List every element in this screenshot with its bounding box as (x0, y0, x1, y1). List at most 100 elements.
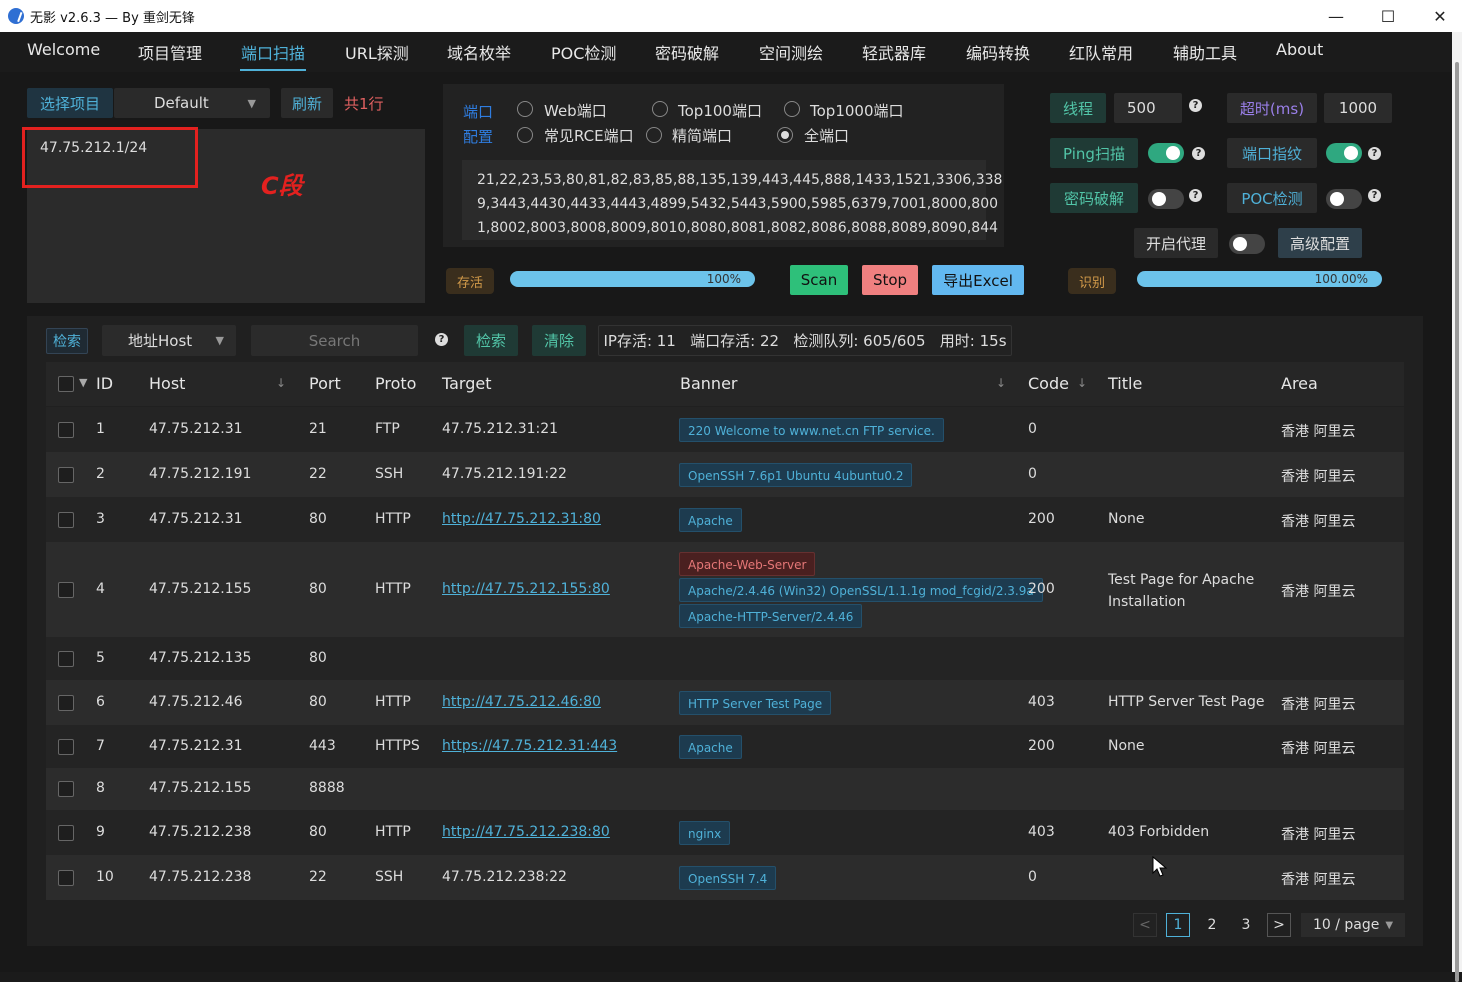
next-page-button[interactable]: > (1267, 913, 1291, 937)
table-row[interactable]: 7 47.75.212.31 443 HTTPS https://47.75.212.3… (46, 725, 1404, 768)
sort-icon[interactable]: ↓ (996, 376, 1006, 390)
menu-about[interactable]: About (1276, 40, 1323, 59)
port-list-textarea[interactable]: 21,22,23,53,80,81,82,83,85,88,135,139,44… (462, 160, 1002, 240)
cell-title: Test Page for Apache Installation (1108, 569, 1254, 613)
table-row[interactable]: 9 47.75.212.238 80 HTTP http://47.75.212.238… (46, 810, 1404, 855)
cell-target-link[interactable]: https://47.75.212.31:443 (442, 738, 617, 754)
cell-host: 47.75.212.31 (149, 510, 243, 527)
menu-tools[interactable]: 辅助工具 (1173, 40, 1237, 64)
header-id[interactable]: ID (96, 374, 113, 393)
page-1-button[interactable]: 1 (1166, 913, 1190, 937)
row-checkbox[interactable] (58, 824, 74, 841)
help-icon[interactable]: ? (1368, 189, 1381, 202)
row-checkbox[interactable] (58, 694, 74, 711)
menu-poc[interactable]: POC检测 (551, 40, 616, 64)
page-size-select[interactable]: 10 / page ▼ (1301, 913, 1405, 937)
header-area[interactable]: Area (1281, 374, 1318, 393)
table-row[interactable]: 2 47.75.212.191 22 SSH 47.75.212.191:22 OpenS… (46, 452, 1404, 497)
menu-mapping[interactable]: 空间测绘 (759, 40, 823, 64)
menu-url-probe[interactable]: URL探测 (345, 40, 409, 64)
help-icon[interactable]: ? (1368, 147, 1381, 160)
header-proto[interactable]: Proto (375, 374, 416, 393)
radio-all-ports[interactable] (777, 127, 793, 143)
row-checkbox[interactable] (58, 869, 74, 886)
port-fingerprint-label: 端口指纹 (1227, 138, 1317, 168)
close-button[interactable]: ✕ (1414, 0, 1462, 32)
threads-input[interactable]: 500 (1114, 93, 1182, 123)
poc-detect-toggle[interactable] (1326, 189, 1362, 209)
row-checkbox[interactable] (58, 738, 74, 755)
cell-target-link[interactable]: http://47.75.212.31:80 (442, 511, 601, 527)
chevron-down-icon[interactable]: ▼ (79, 376, 87, 389)
header-port[interactable]: Port (309, 374, 341, 393)
timeout-input[interactable]: 1000 (1324, 93, 1392, 123)
menu-redteam[interactable]: 红队常用 (1069, 40, 1133, 64)
table-row[interactable]: 8 47.75.212.155 8888 (46, 768, 1404, 810)
header-code[interactable]: Code (1028, 374, 1069, 393)
cell-target-link[interactable]: http://47.75.212.238:80 (442, 824, 610, 840)
row-checkbox[interactable] (58, 581, 74, 598)
prev-page-button[interactable]: < (1133, 913, 1157, 937)
menu-welcome[interactable]: Welcome (27, 40, 100, 59)
row-checkbox[interactable] (58, 511, 74, 528)
page-3-button[interactable]: 3 (1234, 913, 1258, 937)
header-banner[interactable]: Banner (680, 374, 737, 393)
cell-proto: HTTP (375, 580, 411, 597)
export-excel-button[interactable]: 导出Excel (932, 265, 1024, 295)
help-icon[interactable]: ? (1189, 99, 1202, 112)
table-row[interactable]: 6 47.75.212.46 80 HTTP http://47.75.212.46:8… (46, 680, 1404, 725)
scrollbar-thumb[interactable] (1455, 62, 1459, 982)
header-target[interactable]: Target (442, 374, 492, 393)
radio-web-ports[interactable] (517, 101, 533, 117)
maximize-button[interactable]: ☐ (1362, 0, 1414, 32)
row-checkbox[interactable] (58, 466, 74, 483)
row-checkbox[interactable] (58, 781, 74, 797)
row-checkbox[interactable] (58, 650, 74, 667)
stop-button[interactable]: Stop (862, 265, 918, 295)
table-row[interactable]: 3 47.75.212.31 80 HTTP http://47.75.212.31:8… (46, 497, 1404, 542)
help-icon[interactable]: ? (1189, 189, 1202, 202)
menu-project[interactable]: 项目管理 (138, 40, 202, 64)
radio-rce-ports[interactable] (517, 127, 533, 143)
toggle-knob (1330, 192, 1344, 206)
minimize-button[interactable]: — (1310, 0, 1362, 32)
header-title[interactable]: Title (1108, 374, 1142, 393)
refresh-button[interactable]: 刷新 (281, 88, 333, 118)
help-icon[interactable]: ? (435, 333, 448, 346)
project-select[interactable]: Default ▼ (114, 88, 270, 118)
proxy-toggle[interactable] (1229, 234, 1265, 254)
cell-target-link[interactable]: http://47.75.212.46:80 (442, 694, 601, 710)
menu-domain-enum[interactable]: 域名枚举 (447, 40, 511, 64)
ping-scan-toggle[interactable] (1148, 143, 1184, 163)
menu-password[interactable]: 密码破解 (655, 40, 719, 64)
search-input[interactable]: Search (251, 325, 418, 356)
table-row[interactable]: 5 47.75.212.135 80 (46, 637, 1404, 680)
table-row[interactable]: 1 47.75.212.31 21 FTP 47.75.212.31:21 220 Wel… (46, 407, 1404, 452)
clear-button[interactable]: 清除 (532, 325, 586, 356)
table-row[interactable]: 4 47.75.212.155 80 HTTP http://47.75.212.155… (46, 542, 1404, 637)
row-checkbox[interactable] (58, 421, 74, 438)
cell-target-link[interactable]: http://47.75.212.155:80 (442, 581, 610, 597)
radio-top1000[interactable] (784, 101, 800, 117)
radio-lite-ports[interactable] (646, 127, 662, 143)
sort-icon[interactable]: ↓ (1077, 376, 1087, 390)
menu-encoding[interactable]: 编码转换 (966, 40, 1030, 64)
select-all-checkbox[interactable] (58, 376, 74, 392)
help-icon[interactable]: ? (1192, 147, 1205, 160)
page-2-button[interactable]: 2 (1200, 913, 1224, 937)
advanced-config-button[interactable]: 高级配置 (1278, 228, 1362, 258)
radio-top100[interactable] (652, 101, 668, 117)
password-brute-toggle[interactable] (1148, 189, 1184, 209)
port-fingerprint-toggle[interactable] (1326, 143, 1362, 163)
sort-icon[interactable]: ↓ (276, 376, 286, 390)
select-project-button[interactable]: 选择项目 (27, 88, 113, 118)
menu-port-scan[interactable]: 端口扫描 (241, 40, 305, 64)
table-row[interactable]: 10 47.75.212.238 22 SSH 47.75.212.238:22 Open… (46, 855, 1404, 900)
search-button[interactable]: 检索 (464, 325, 518, 356)
header-host[interactable]: Host (149, 374, 185, 393)
search-field-select[interactable]: 地址Host ▼ (102, 325, 236, 356)
menu-weapons[interactable]: 轻武器库 (862, 40, 926, 64)
window-scrollbar[interactable] (1452, 32, 1462, 982)
scan-button[interactable]: Scan (790, 265, 848, 295)
toggle-knob (1233, 237, 1247, 251)
